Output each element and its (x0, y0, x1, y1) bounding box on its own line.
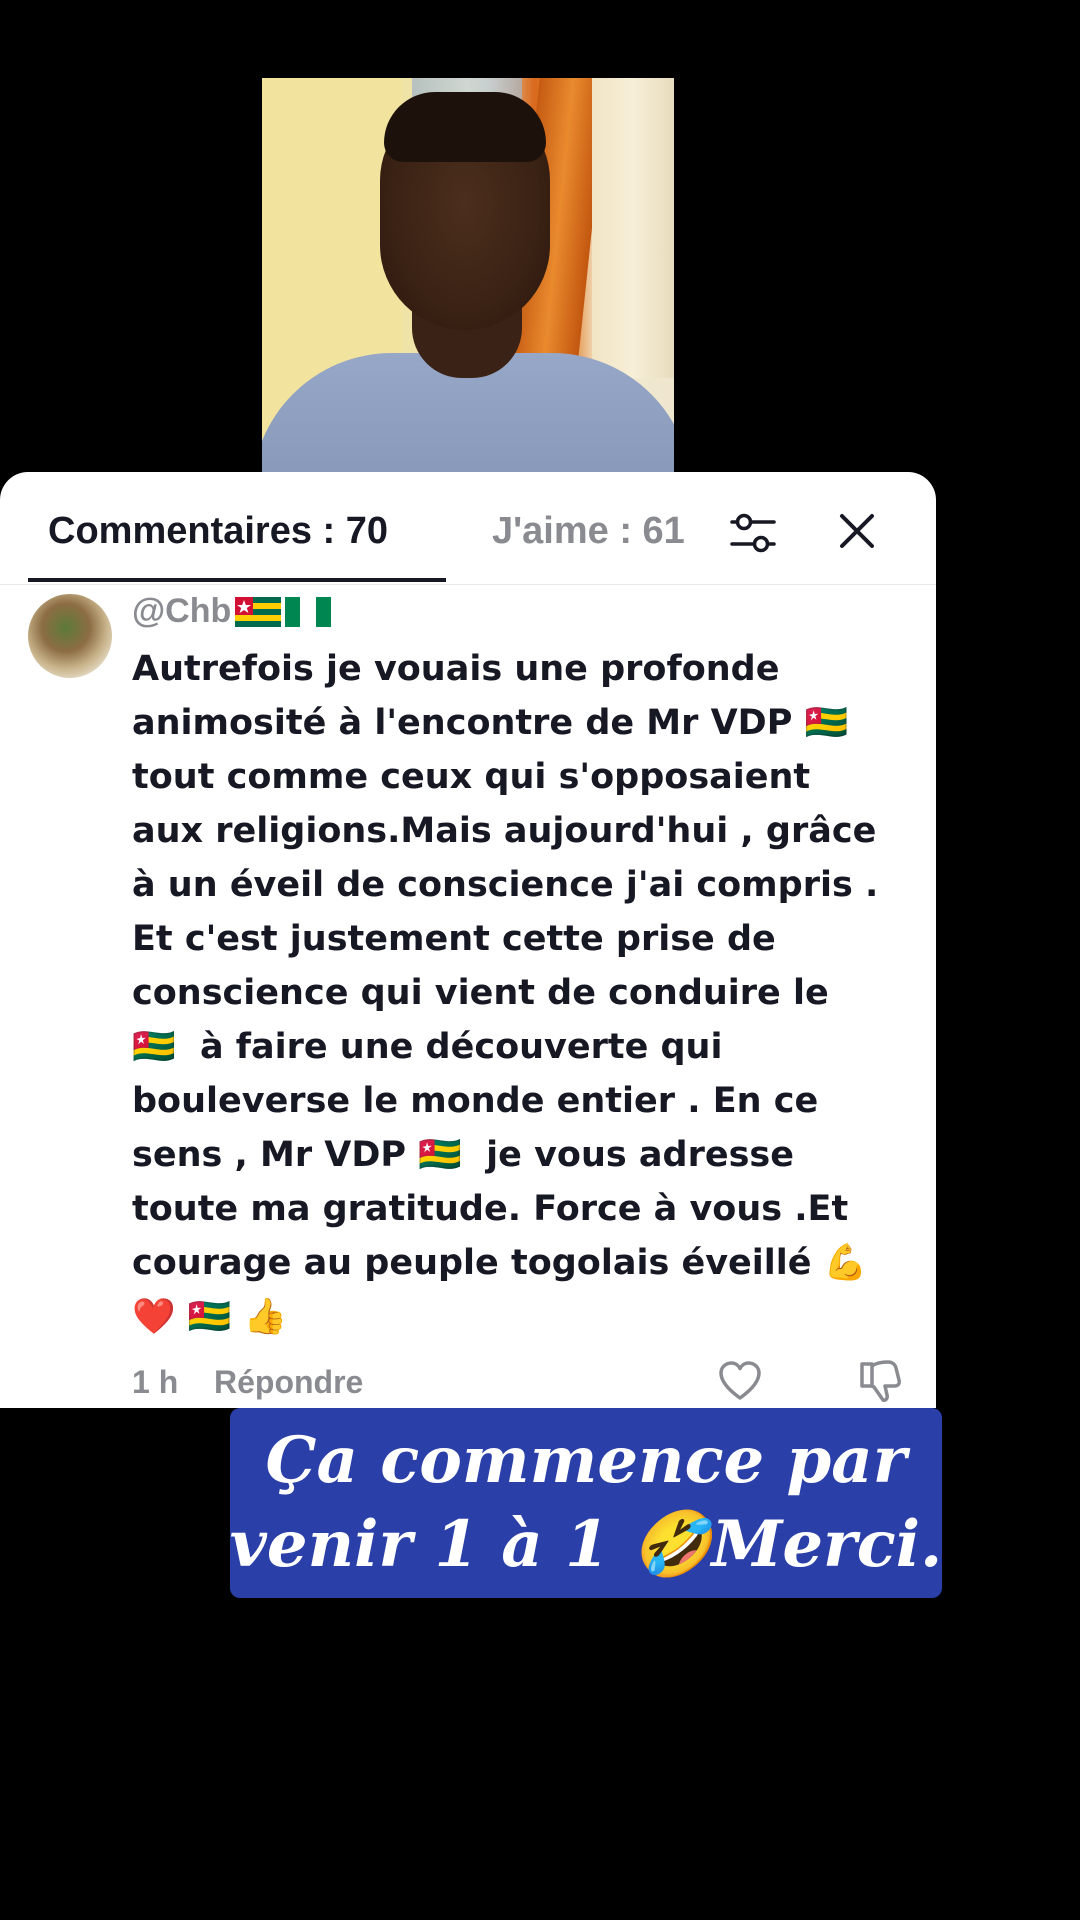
reply-button[interactable]: Répondre (214, 1364, 363, 1401)
person-hair (384, 92, 546, 162)
comment-username[interactable]: @Chb (132, 592, 332, 631)
video-caption: Ça commence par venir 1 à 1 🤣Merci. (230, 1408, 942, 1598)
close-icon[interactable] (832, 506, 882, 556)
active-tab-indicator (28, 578, 446, 582)
comment-timestamp: 1 h (132, 1364, 179, 1400)
thumbs-down-icon[interactable] (856, 1358, 902, 1404)
username-text: @Chb (132, 592, 232, 630)
curtain (592, 78, 674, 378)
avatar[interactable] (28, 594, 112, 678)
togo-flag-icon (235, 596, 282, 627)
video-frame[interactable] (262, 78, 674, 472)
nigeria-flag-icon (285, 596, 332, 627)
comment-panel: Commentaires : 70 J'aime : 61 @Chb Autre… (0, 472, 936, 1408)
caption-line-2: venir 1 à 1 🤣Merci. (229, 1507, 943, 1582)
sliders-icon[interactable] (728, 508, 778, 558)
divider (0, 584, 936, 585)
heart-outline-icon[interactable] (718, 1360, 762, 1402)
comment-text: Autrefois je vouais une profonde animosi… (132, 649, 879, 1337)
caption-line-1: Ça commence par (265, 1423, 907, 1498)
tab-likes[interactable]: J'aime : 61 (492, 510, 685, 553)
tab-comments[interactable]: Commentaires : 70 (48, 510, 388, 553)
